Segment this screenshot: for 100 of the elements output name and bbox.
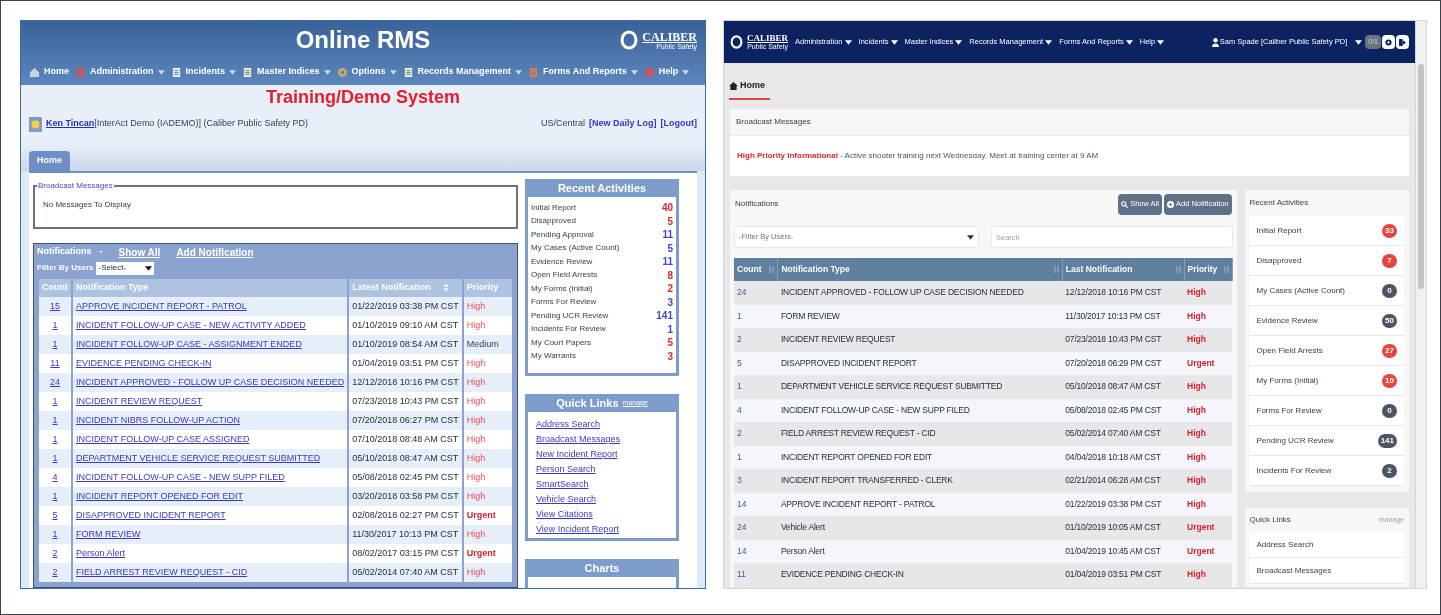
scrollbar[interactable] (1415, 21, 1426, 588)
activity-label[interactable]: Pending UCR Review (531, 309, 609, 322)
count-link[interactable]: 14 (737, 545, 747, 556)
activity-label[interactable]: Forms For Review (531, 296, 597, 309)
quick-link[interactable]: SmartSearch (536, 478, 668, 493)
menu-item[interactable]: Master Indices (242, 65, 331, 79)
logout-button[interactable] (1396, 35, 1409, 49)
notification-link[interactable]: INCIDENT FOLLOW-UP CASE - NEW ACTIVITY ADDED (76, 319, 306, 330)
notification-cell[interactable]: DISAPPROVED INCIDENT REPORT (777, 351, 1063, 375)
quick-link[interactable]: Address Search (536, 418, 668, 433)
notification-cell[interactable]: APPROVE INCIDENT REPORT - PATROL (777, 492, 1063, 516)
notification-link[interactable]: INCIDENT REPORT OPENED FOR EDIT (76, 490, 244, 501)
notification-cell[interactable]: INCIDENT REPORT OPENED FOR EDIT (777, 445, 1063, 469)
count-link[interactable]: 1 (737, 381, 742, 392)
activity-label[interactable]: Disapproved (531, 215, 576, 228)
activity-label[interactable]: My Cases (Active Count) (531, 242, 620, 255)
count-link[interactable]: 11 (737, 569, 746, 580)
notification-cell[interactable]: INCIDENT APPROVED - FOLLOW UP CASE DECISION NEEDED (777, 281, 1063, 305)
notification-link[interactable]: INCIDENT FOLLOW-UP CASE ASSIGNED (76, 433, 250, 444)
notification-link[interactable]: INCIDENT FOLLOW-UP CASE - ASSIGNMENT ENDED (76, 338, 302, 349)
header-link[interactable]: [New Daily Log] (589, 117, 657, 131)
quick-link[interactable]: Broadcast Messages (1249, 558, 1404, 584)
quick-link[interactable]: View Incident Report (536, 523, 668, 538)
count-link[interactable]: 1 (737, 310, 742, 321)
activity-item[interactable]: Pending UCR Review 141 (1249, 426, 1404, 456)
notification-link[interactable]: INCIDENT REVIEW REQUEST (76, 395, 203, 406)
count-link[interactable]: 15 (50, 300, 60, 311)
filter-dropdown[interactable]: -Select- (96, 261, 155, 275)
menu-item[interactable]: Records Management (402, 65, 523, 79)
count-link[interactable]: 1 (52, 319, 58, 330)
menu-item[interactable]: Incidents (170, 65, 237, 79)
activity-label[interactable]: Pending Approval (531, 228, 594, 241)
notification-cell[interactable]: FORM REVIEW (777, 304, 1063, 328)
notification-link[interactable]: INCIDENT FOLLOW-UP CASE - NEW SUPP FILED (76, 471, 285, 482)
menu-item[interactable]: Administration (75, 65, 165, 79)
quick-link[interactable]: Broadcast Messages (536, 433, 668, 448)
count-link[interactable]: 1 (52, 414, 58, 425)
count-link[interactable]: 1 (52, 452, 58, 463)
count-link[interactable]: 5 (737, 357, 742, 368)
activity-item[interactable]: My Forms (Initial) 10 (1249, 366, 1404, 396)
quick-link[interactable]: Address Search (1249, 532, 1404, 558)
count-link[interactable]: 1 (52, 338, 58, 349)
notification-cell[interactable]: EVIDENCE PENDING CHECK-IN (777, 563, 1063, 587)
count-link[interactable]: 1 (737, 451, 742, 462)
count-link[interactable]: 2 (737, 334, 742, 345)
count-link[interactable]: 2 (737, 428, 742, 439)
settings-button[interactable] (1382, 35, 1395, 49)
activity-label[interactable]: My Court Papers (531, 336, 592, 349)
notification-link[interactable]: APPROVE INCIDENT REPORT - PATROL (76, 300, 247, 311)
quick-link[interactable]: Person Search (536, 463, 668, 478)
count-link[interactable]: 24 (50, 376, 60, 387)
activity-label[interactable]: Evidence Review (531, 255, 593, 268)
count-link[interactable]: 5 (52, 509, 58, 520)
menu-item[interactable]: Home (29, 65, 69, 79)
home-breadcrumb[interactable]: Home (729, 74, 770, 100)
activity-label[interactable]: Open Field Arrests (531, 269, 598, 282)
notification-cell[interactable]: INCIDENT REPORT TRANSFERRED - CLERK (777, 469, 1063, 493)
count-link[interactable]: 4 (737, 404, 742, 415)
count-link[interactable]: 24 (737, 287, 747, 298)
count-link[interactable]: 1 (52, 528, 58, 539)
activity-item[interactable]: Forms For Review 0 (1249, 396, 1404, 426)
count-link[interactable]: 1 (52, 395, 58, 406)
activity-label[interactable]: My Warrants (531, 350, 577, 363)
count-link[interactable]: 2 (52, 566, 58, 577)
notification-cell[interactable]: Vehicle Alert (777, 516, 1063, 540)
menu-item[interactable]: Forms And Reports (528, 65, 638, 79)
notification-cell[interactable]: DEPARTMENT VEHICLE SERVICE REQUEST SUBMITTED (777, 375, 1063, 399)
activity-label[interactable]: My Forms (Initial) (531, 282, 593, 295)
activity-item[interactable]: Open Field Arrests 27 (1249, 336, 1404, 366)
notification-link[interactable]: EVIDENCE PENDING CHECK-IN (76, 357, 212, 368)
menu-item[interactable]: Options (336, 65, 397, 79)
count-link[interactable]: 1 (52, 490, 58, 501)
activity-label[interactable]: Initial Report (531, 201, 576, 214)
activity-label[interactable]: Incidents For Review (531, 323, 606, 336)
notification-link[interactable]: FIELD ARREST REVIEW REQUEST - CID (76, 566, 248, 577)
quick-link[interactable]: View Citations (536, 508, 668, 523)
notification-cell[interactable]: INCIDENT FOLLOW-UP CASE - NEW SUPP FILED (777, 398, 1063, 422)
activity-item[interactable]: Disapproved 7 (1249, 246, 1404, 276)
count-link[interactable]: 4 (52, 471, 58, 482)
count-link[interactable]: 1 (52, 433, 58, 444)
count-link[interactable]: 11 (50, 357, 60, 368)
notification-cell[interactable]: FIELD ARREST REVIEW REQUEST - CID (777, 422, 1063, 446)
notification-link[interactable]: Person Alert (76, 547, 126, 558)
activity-item[interactable]: Evidence Review 50 (1249, 306, 1404, 336)
menu-item[interactable]: Help (643, 65, 690, 79)
count-link[interactable]: 2 (52, 547, 58, 558)
notification-cell[interactable]: Person Alert (777, 539, 1063, 563)
count-link[interactable]: 3 (737, 475, 742, 486)
quick-link[interactable]: New Incident Report (536, 448, 668, 463)
header-link[interactable]: [Logout] (660, 117, 697, 131)
notification-link[interactable]: DEPARTMENT VEHICLE SERVICE REQUEST SUBMITTED (76, 452, 321, 463)
notification-link[interactable]: INCIDENT NIBRS FOLLOW-UP ACTION (76, 414, 241, 425)
notification-link[interactable]: DISAPPROVED INCIDENT REPORT (76, 509, 226, 520)
notification-cell[interactable]: INCIDENT REVIEW REQUEST (777, 328, 1063, 352)
activity-item[interactable]: My Cases (Active Count) 0 (1249, 276, 1404, 306)
count-link[interactable]: 24 (737, 522, 747, 533)
quick-link[interactable]: Vehicle Search (536, 493, 668, 508)
count-link[interactable]: 14 (737, 498, 747, 509)
notification-link[interactable]: INCIDENT APPROVED - FOLLOW UP CASE DECISION NEEDED (76, 376, 345, 387)
activity-item[interactable]: Incidents For Review 2 (1249, 456, 1404, 486)
